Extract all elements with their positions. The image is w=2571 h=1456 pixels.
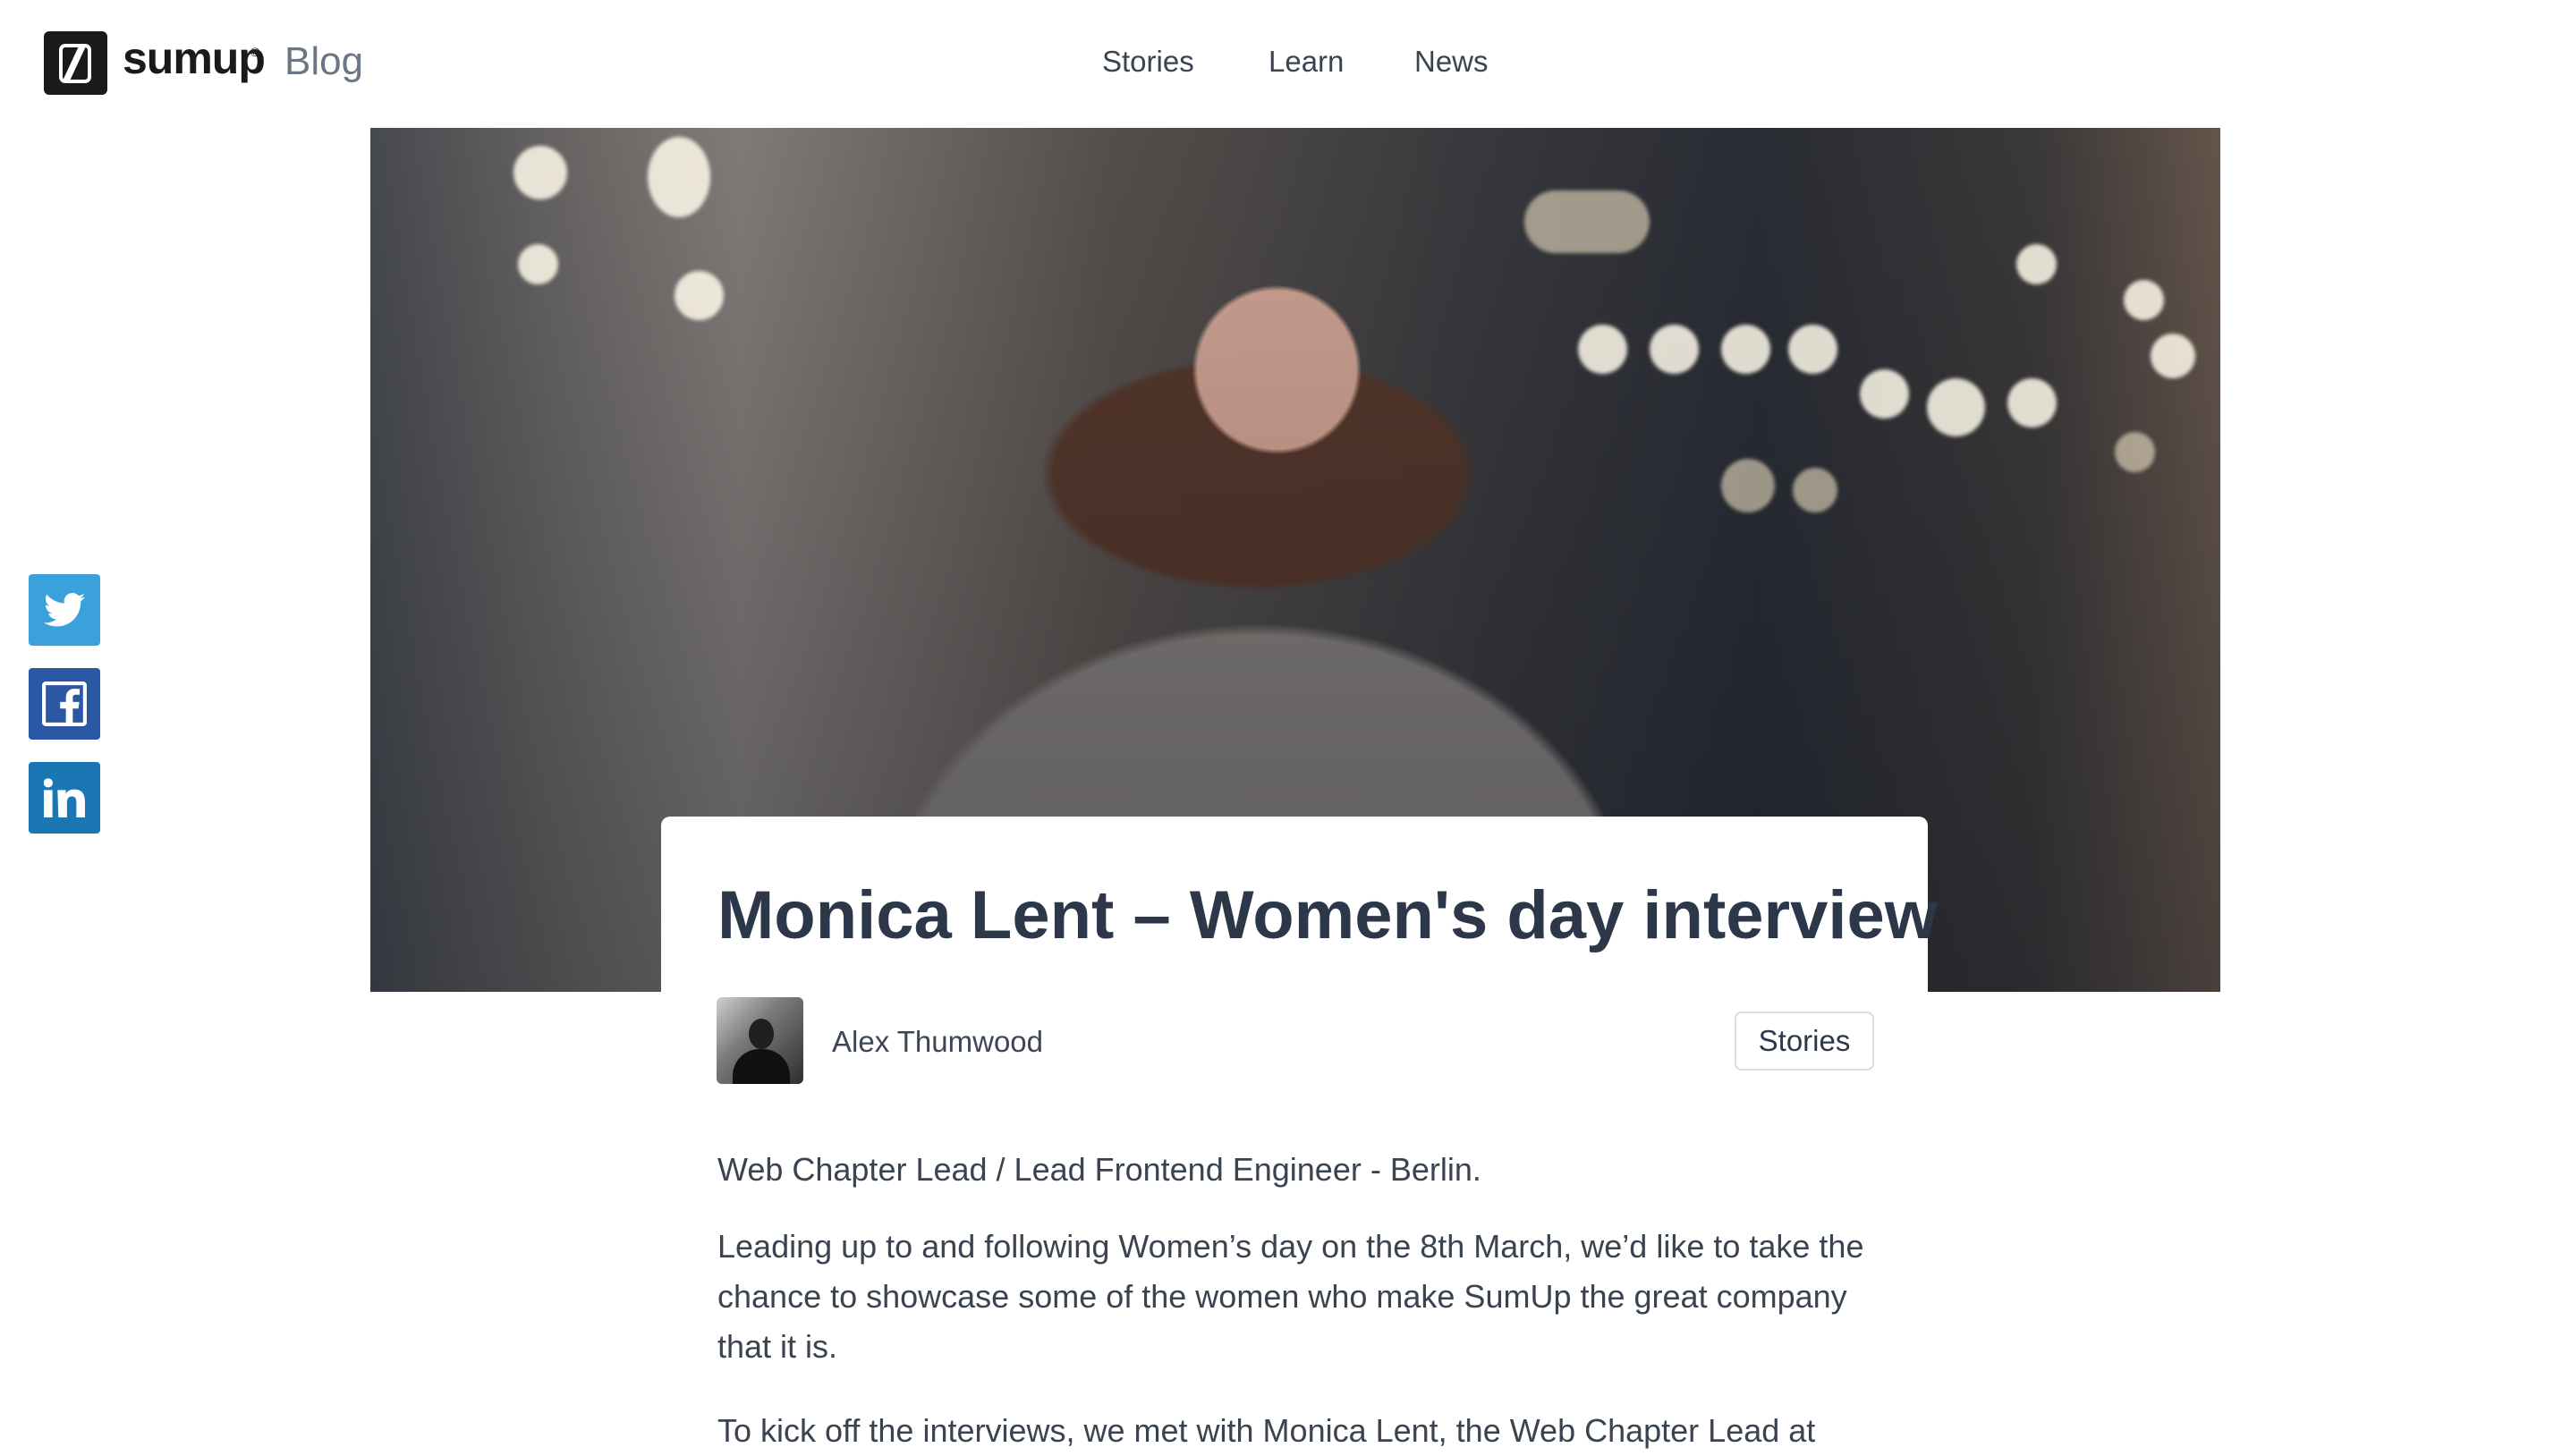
nav-item-learn[interactable]: Learn (1269, 45, 1344, 79)
author-avatar[interactable] (717, 997, 803, 1084)
nav-item-stories[interactable]: Stories (1102, 45, 1194, 79)
facebook-share-button[interactable] (29, 668, 100, 740)
nav-item-news[interactable]: News (1414, 45, 1489, 79)
linkedin-share-button[interactable] (29, 762, 100, 834)
sumup-logo-icon[interactable] (44, 31, 107, 95)
article-paragraph: To kick off the interviews, we met with … (717, 1412, 1816, 1449)
site-header: sumup ® Blog Stories Learn News (0, 0, 2571, 125)
twitter-share-button[interactable] (29, 574, 100, 646)
blog-label[interactable]: Blog (284, 39, 363, 84)
twitter-icon (44, 593, 85, 627)
article-title: Monica Lent – Women's day interview (717, 877, 1938, 953)
brand-name[interactable]: sumup (123, 32, 266, 84)
article-paragraph: Leading up to and following Women’s day … (717, 1228, 1864, 1365)
author-name[interactable]: Alex Thumwood (832, 1025, 1043, 1059)
article-subtitle: Web Chapter Lead / Lead Frontend Enginee… (717, 1151, 1481, 1188)
category-tag-stories[interactable]: Stories (1735, 1012, 1874, 1071)
linkedin-icon (44, 778, 85, 817)
facebook-icon (42, 681, 87, 726)
registered-mark: ® (250, 45, 260, 59)
